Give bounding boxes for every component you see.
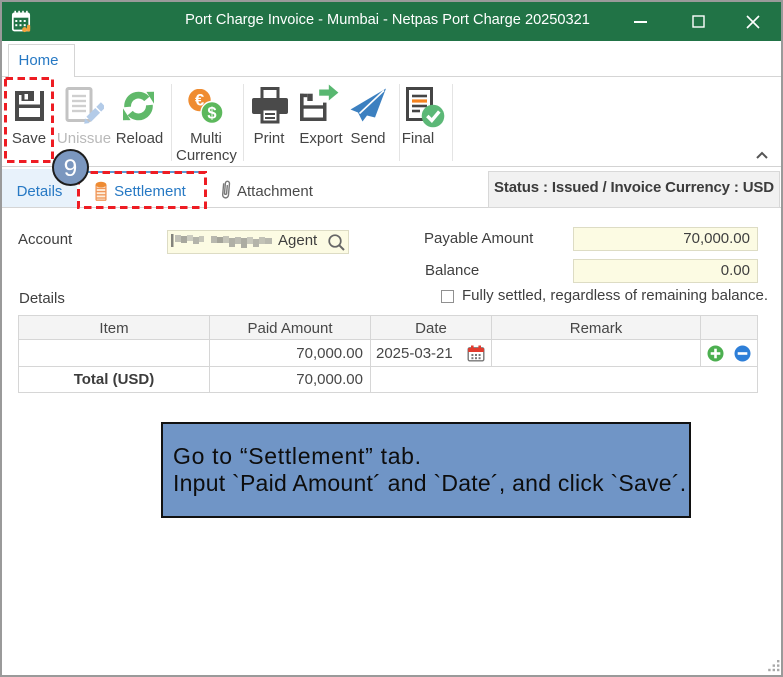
svg-text:$: $: [207, 104, 216, 122]
